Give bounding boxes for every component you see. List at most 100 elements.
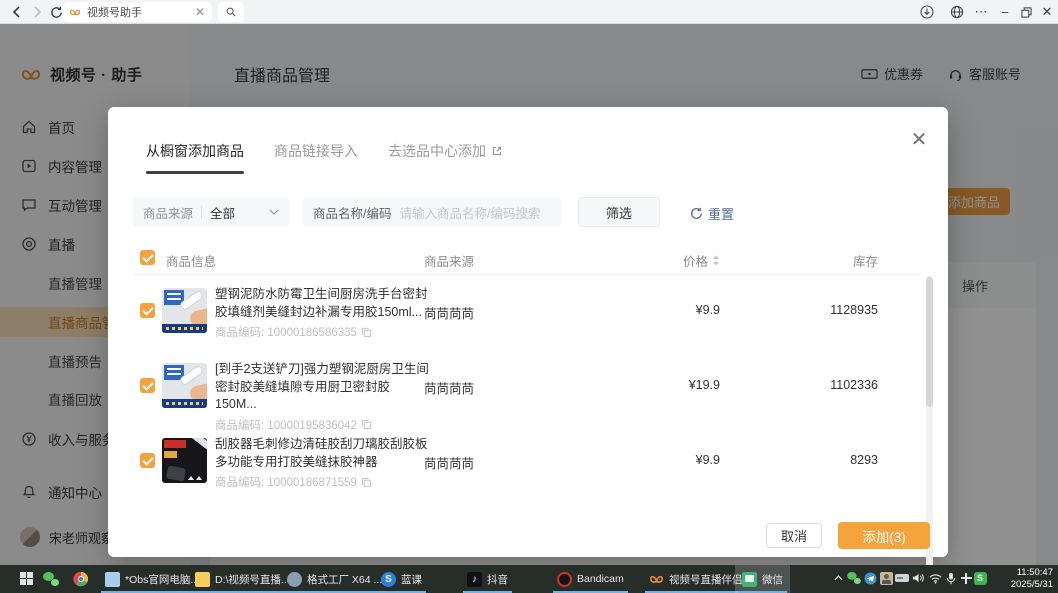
search-input-placeholder: 请输入商品名称/编码搜索: [399, 203, 540, 222]
taskbar-app-label: 蓝课: [401, 572, 422, 587]
clock-date: 2025/5/31: [1011, 579, 1053, 591]
download-icon[interactable]: [916, 3, 938, 21]
source-select-label: 商品来源: [143, 203, 193, 222]
col-product-info: 商品信息: [166, 251, 216, 270]
product-source: 苘苘苘苘: [424, 453, 474, 472]
taskbar-clock[interactable]: 11:50:47 2025/5/31: [1011, 567, 1053, 591]
taskbar-app-lanke[interactable]: S 蓝课: [374, 565, 429, 593]
copy-icon[interactable]: [361, 327, 372, 338]
taskbar-app-bandicam[interactable]: Bandicam: [550, 565, 631, 593]
tiktok-icon: ♪: [467, 572, 482, 587]
product-source: 苘苘苘苘: [424, 378, 474, 397]
tray-expand-icon[interactable]: [830, 570, 846, 586]
browser-back-icon[interactable]: [8, 4, 24, 20]
table-row[interactable]: [到手2支送铲刀]强力塑钢泥厨房卫生间密封胶美缝填隙专用厨卫密封胶150M...…: [108, 353, 948, 419]
tab-label: 商品链接导入: [274, 141, 358, 161]
scrollbar-thumb[interactable]: [926, 277, 933, 407]
row-checkbox[interactable]: [140, 303, 155, 318]
tab-go-selection-center[interactable]: 去选品中心添加: [388, 141, 503, 174]
sort-icon: [712, 255, 720, 266]
tab-label: 去选品中心添加: [388, 141, 486, 161]
product-code: 商品编码: 10000186586335: [215, 324, 357, 340]
taskbar-app-wechat[interactable]: 微信: [735, 565, 790, 593]
filter-button[interactable]: 筛选: [578, 197, 660, 227]
tab-add-from-showcase[interactable]: 从橱窗添加商品: [146, 141, 244, 174]
sogou-s-icon: S: [381, 572, 396, 587]
tray-telegram-icon[interactable]: [862, 570, 878, 586]
product-stock: 1128935: [798, 303, 878, 317]
external-link-icon: [491, 145, 503, 157]
col-stock: 库存: [798, 251, 878, 270]
chrome-icon: [73, 571, 89, 587]
volume-icon[interactable]: [910, 570, 926, 586]
product-search-input[interactable]: 商品名称/编码 请输入商品名称/编码搜索: [303, 197, 561, 227]
product-name: 刮胶器毛刺修边清硅胶刮刀璃胶刮胶板多功能专用打胶美缝抹胶神器: [215, 436, 429, 471]
taskbar-app-label: 视频号直播伴侣: [669, 572, 743, 587]
product-source: 苘苘苘苘: [424, 303, 474, 322]
col-product-source: 商品来源: [424, 251, 474, 270]
taskbar: *Obs官网电脑... D:\视频号直播... 格式工厂 X64 ... S 蓝…: [0, 565, 1058, 593]
start-button[interactable]: [18, 570, 36, 588]
wechat-taskbar-icon[interactable]: [42, 570, 60, 588]
notepad-icon: [105, 572, 120, 587]
globe-icon[interactable]: [946, 3, 968, 21]
tab-import-by-link[interactable]: 商品链接导入: [274, 141, 358, 174]
row-checkbox[interactable]: [140, 378, 155, 393]
product-name: [到手2支送铲刀]强力塑钢泥厨房卫生间密封胶美缝填隙专用厨卫密封胶150M...: [215, 361, 429, 414]
row-checkbox[interactable]: [140, 453, 155, 468]
taskbar-app-label: Bandicam: [577, 573, 624, 585]
tray-wechat-icon[interactable]: [846, 570, 862, 586]
tray-avatar-icon[interactable]: [878, 570, 894, 586]
taskbar-app-formatfactory[interactable]: 格式工厂 X64 ...: [280, 565, 389, 593]
microphone-icon[interactable]: [943, 570, 959, 586]
browser-tab-title: 视频号助手: [87, 4, 189, 20]
confirm-add-button[interactable]: 添加(3): [838, 522, 930, 549]
chevron-down-icon: [269, 209, 279, 215]
source-select-value: 全部: [210, 203, 261, 222]
product-image: [162, 288, 207, 333]
table-row[interactable]: 刮胶器毛刺修边清硅胶刮刀璃胶刮胶板多功能专用打胶美缝抹胶神器 商品编码: 100…: [108, 428, 948, 494]
bandicam-icon: [557, 572, 572, 587]
product-name: 塑钢泥防水防霉卫生间厨房洗手台密封胶填缝剂美缝封边补漏专用胶150ml...: [215, 286, 429, 321]
taskbar-app-channels-live[interactable]: 视频号直播伴侣: [642, 565, 750, 593]
source-select[interactable]: 商品来源 全部: [133, 197, 289, 227]
tray-green-s-icon[interactable]: S: [972, 570, 988, 586]
product-image: [162, 363, 207, 408]
search-icon: [226, 7, 236, 17]
wifi-icon[interactable]: [927, 570, 943, 586]
copy-icon[interactable]: [361, 477, 372, 488]
window-minimize-icon[interactable]: −: [994, 3, 1016, 21]
tab-search-button[interactable]: [218, 2, 244, 22]
select-all-checkbox[interactable]: [140, 250, 155, 265]
refresh-icon: [690, 207, 703, 220]
wechat-icon: [43, 572, 59, 586]
reset-button[interactable]: 重置: [690, 204, 734, 223]
browser-menu-icon[interactable]: ⋯: [970, 3, 992, 21]
window-restore-icon[interactable]: [1015, 3, 1037, 21]
taskbar-app-label: D:\视频号直播...: [215, 572, 290, 587]
col-price[interactable]: 价格: [628, 251, 720, 270]
add-products-modal: ✕ 从橱窗添加商品 商品链接导入 去选品中心添加 商品来源 全部 商品名称/编码…: [108, 107, 948, 557]
cancel-button[interactable]: 取消: [766, 523, 822, 548]
tab-label: 从橱窗添加商品: [146, 141, 244, 161]
format-factory-icon: [287, 572, 302, 587]
clock-time: 11:50:47: [1011, 567, 1053, 579]
window-close-icon[interactable]: ✕: [1036, 3, 1058, 21]
taskbar-app-douyin[interactable]: ♪ 抖音: [460, 565, 515, 593]
search-input-label: 商品名称/编码: [313, 203, 391, 222]
taskbar-app-label: 微信: [762, 572, 783, 587]
table-row[interactable]: 塑钢泥防水防霉卫生间厨房洗手台密封胶填缝剂美缝封边补漏专用胶150ml... 商…: [108, 278, 948, 344]
tray-card-icon[interactable]: [894, 570, 910, 586]
divider: [133, 274, 920, 275]
browser-tab[interactable]: 视频号助手 ✕: [62, 2, 212, 22]
screen: 视频号助手 ✕ ⋯ − ✕ 视频号 · 助手 首页: [0, 0, 1058, 593]
taskbar-app-label: 格式工厂 X64 ...: [307, 572, 382, 587]
channels-logo-icon: [649, 573, 664, 586]
taskbar-app-label: 抖音: [487, 572, 508, 587]
tab-close-icon[interactable]: ✕: [195, 6, 205, 18]
chrome-taskbar-icon[interactable]: [72, 570, 90, 588]
product-price: ¥9.9: [628, 303, 720, 317]
product-price: ¥19.9: [628, 378, 720, 392]
browser-forward-icon[interactable]: [29, 4, 45, 20]
modal-close-icon[interactable]: ✕: [908, 129, 930, 151]
